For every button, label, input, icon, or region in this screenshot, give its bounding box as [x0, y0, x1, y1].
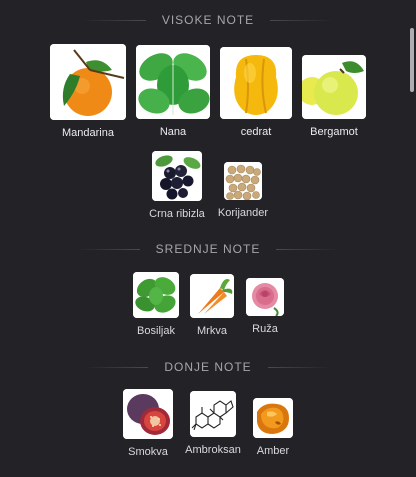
bergamot-icon [302, 55, 366, 119]
note-amber[interactable]: Amber [252, 398, 294, 457]
section-title-base: DONJE NOTE [164, 360, 252, 374]
citron-icon [220, 47, 292, 119]
section-title-top: VISOKE NOTE [161, 13, 255, 27]
note-bergamot[interactable]: Bergamot [302, 55, 366, 138]
note-label: Amber [256, 445, 290, 457]
section-header-base: DONJE NOTE [0, 360, 416, 374]
note-bosiljak[interactable]: Bosiljak [132, 272, 180, 337]
mandarin-icon [50, 44, 126, 120]
note-korijander[interactable]: Korijander [215, 162, 271, 219]
basil-icon [133, 272, 179, 318]
note-mrkva[interactable]: Mrkva [190, 274, 234, 337]
note-label: Korijander [217, 207, 269, 219]
note-label: Mrkva [197, 325, 227, 337]
note-label: Ambroksan [185, 444, 241, 456]
rose-icon [246, 278, 284, 316]
note-label: Crna ribizla [149, 208, 205, 220]
note-label: Bosiljak [137, 325, 175, 337]
note-ambroksan[interactable]: Ambroksan [184, 391, 242, 456]
section-title-middle: SREDNJE NOTE [155, 242, 261, 256]
note-cedrat[interactable]: cedrat [220, 47, 292, 138]
note-mandarina[interactable]: Mandarina [49, 44, 127, 139]
note-label: Nana [159, 126, 187, 138]
carrot-icon [190, 274, 234, 318]
note-smokva[interactable]: Smokva [122, 389, 174, 458]
blackcurrant-icon [152, 151, 202, 201]
note-ruza[interactable]: Ruža [244, 278, 286, 335]
coriander-icon [224, 162, 262, 200]
section-header-top: VISOKE NOTE [0, 13, 416, 27]
note-label: Mandarina [62, 127, 114, 139]
note-label: Ruža [252, 323, 278, 335]
fig-icon [123, 389, 173, 439]
ambroxan-icon [190, 391, 236, 437]
note-nana[interactable]: Nana [136, 45, 210, 138]
scrollbar[interactable] [410, 28, 414, 92]
section-header-middle: SREDNJE NOTE [0, 242, 416, 256]
amber-icon [253, 398, 293, 438]
note-crna-ribizla[interactable]: Crna ribizla [148, 151, 206, 220]
mint-icon [136, 45, 210, 119]
note-label: Bergamot [310, 126, 358, 138]
note-label: Smokva [128, 446, 168, 458]
note-label: cedrat [240, 126, 272, 138]
